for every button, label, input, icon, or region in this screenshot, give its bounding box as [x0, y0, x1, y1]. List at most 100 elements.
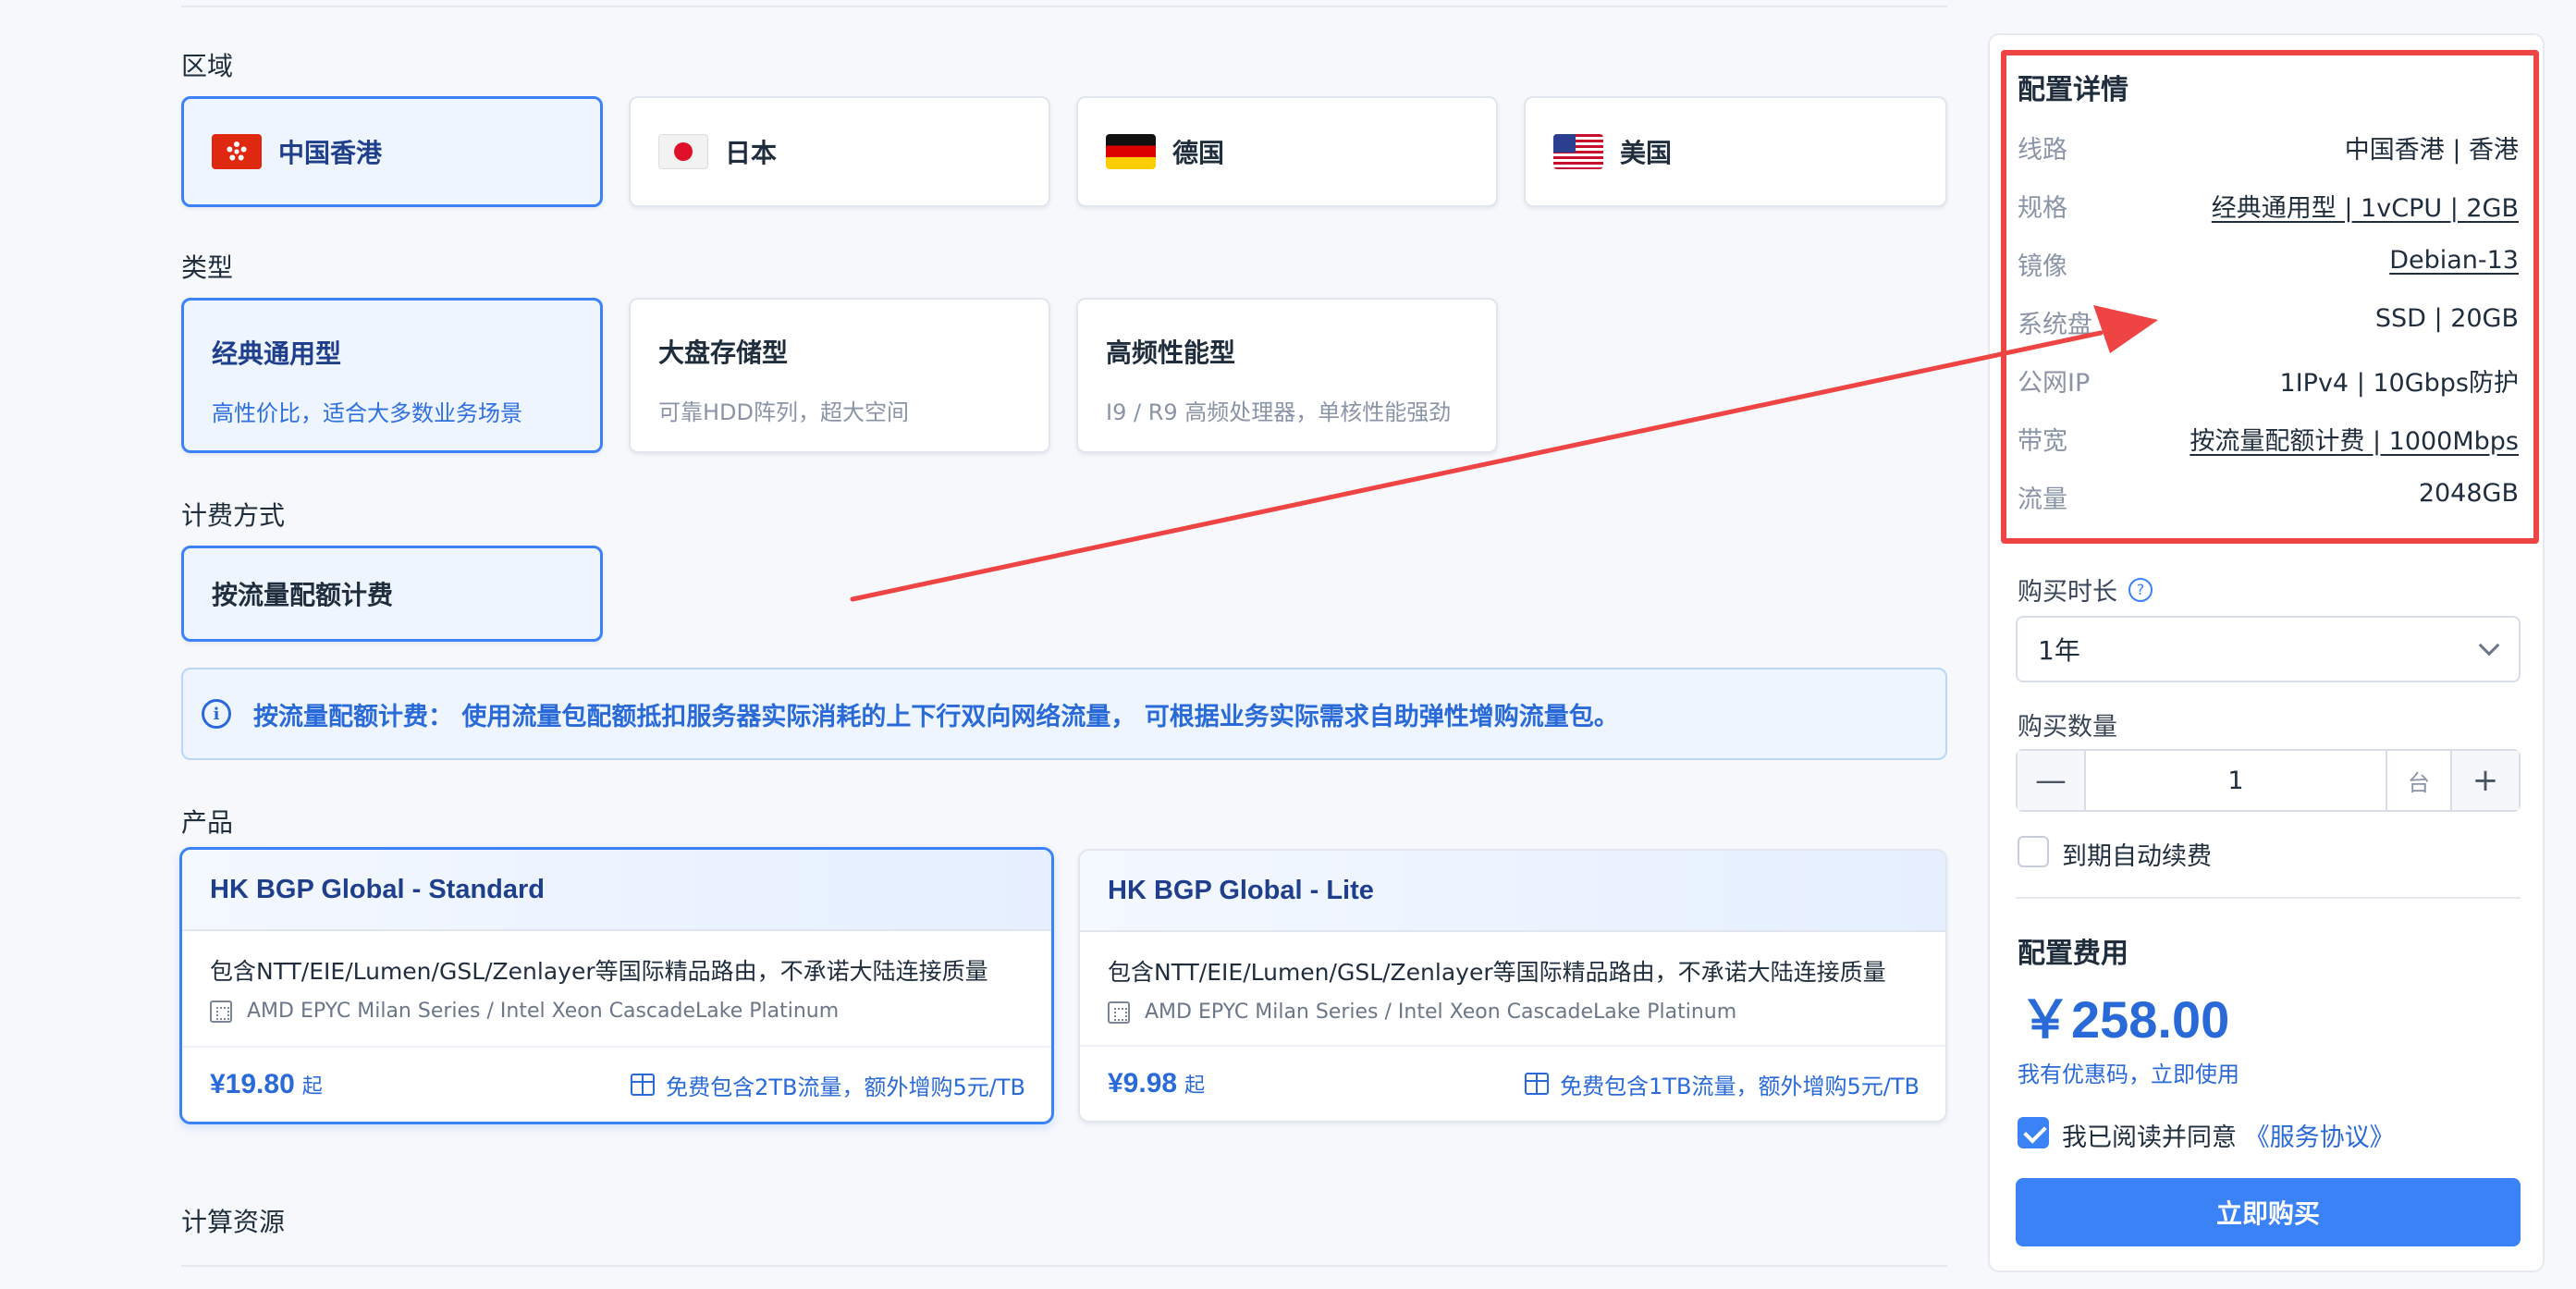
coupon-link[interactable]: 我有优惠码，立即使用: [2018, 1056, 2239, 1088]
bottom-divider: [181, 1265, 1947, 1267]
type-card-performance[interactable]: 高频性能型 I9 / R9 高频处理器，单核性能强劲: [1076, 298, 1498, 453]
notice-text: 按流量配额计费： 使用流量包配额抵扣服务器实际消耗的上下行双向网络流量， 可根据…: [253, 702, 1619, 731]
type-subtitle: 可靠HDD阵列，超大空间: [658, 399, 910, 425]
config-key: 镜像: [2018, 252, 2067, 281]
config-value: SSD | 20GB: [2374, 304, 2519, 333]
product-footer: ¥19.80 起 免费包含2TB流量，额外增购5元/TB: [182, 1046, 1051, 1122]
config-row-ip: 公网IP 1IPv4 | 10Gbps防护: [2018, 362, 2519, 399]
type-title: 经典通用型: [212, 338, 342, 369]
region-card-de[interactable]: 德国: [1076, 96, 1498, 207]
config-title: 配置详情: [2018, 74, 2128, 106]
quantity-minus-button[interactable]: —: [2018, 751, 2084, 810]
fee-price: ￥258.00: [2019, 990, 2230, 1049]
region-label: 中国香港: [278, 138, 383, 168]
type-title: 高频性能型: [1106, 338, 1236, 368]
product-name: HK BGP Global - Lite: [1080, 851, 1945, 932]
config-key: 系统盘: [2018, 311, 2092, 339]
billing-notice: i 按流量配额计费： 使用流量包配额抵扣服务器实际消耗的上下行双向网络流量， 可…: [181, 668, 1947, 760]
auto-renew-label: 到期自动续费: [2062, 842, 2212, 871]
agree-text: 我已阅读并同意 《服务协议》: [2062, 1117, 2395, 1153]
region-card-jp[interactable]: 日本: [629, 96, 1050, 207]
cpu-chip-icon: [1108, 1001, 1130, 1024]
us-flag-icon: [1553, 134, 1603, 169]
quantity-input[interactable]: 1: [2084, 751, 2386, 810]
price-value: ¥19.80: [210, 1069, 295, 1099]
product-desc: 包含NTT/EIE/Lumen/GSL/Zenlayer等国际精品路由，不承诺大…: [1108, 959, 1886, 986]
auto-renew-checkbox[interactable]: [2018, 836, 2049, 867]
price-suffix: 起: [301, 1074, 323, 1098]
product-gift: 免费包含1TB流量，额外增购5元/TB: [1525, 1068, 1920, 1100]
config-row-line: 线路 中国香港 | 香港: [2018, 129, 2519, 166]
price-value: ¥9.98: [1108, 1068, 1178, 1099]
quantity-plus-button[interactable]: +: [2452, 751, 2519, 810]
quantity-unit: 台: [2386, 751, 2452, 810]
region-card-us[interactable]: 美国: [1524, 96, 1947, 207]
gift-icon: [631, 1074, 656, 1096]
section-title-billing: 计费方式: [181, 500, 286, 531]
duration-label: 购买时长 ?: [2018, 571, 2153, 608]
product-footer: ¥9.98 起 免费包含1TB流量，额外增购5元/TB: [1080, 1045, 1945, 1121]
section-title-compute: 计算资源: [181, 1207, 286, 1237]
product-cpu: AMD EPYC Milan Series / Intel Xeon Casca…: [210, 1000, 839, 1023]
config-value: 2048GB: [2418, 479, 2519, 508]
duration-select[interactable]: 1年: [2016, 616, 2521, 682]
product-gift: 免费包含2TB流量，额外增购5元/TB: [631, 1069, 1025, 1101]
config-value-link[interactable]: Debian-13: [2389, 246, 2519, 282]
section-title-type: 类型: [181, 252, 234, 283]
product-name: HK BGP Global - Standard: [182, 850, 1051, 931]
chevron-down-icon: [2478, 634, 2500, 657]
type-title: 大盘存储型: [658, 338, 789, 368]
product-card-lite[interactable]: HK BGP Global - Lite 包含NTT/EIE/Lumen/GSL…: [1078, 849, 1947, 1123]
product-price: ¥9.98 起: [1108, 1068, 1205, 1099]
billing-label: 按流量配额计费: [212, 580, 394, 610]
question-icon[interactable]: ?: [2128, 577, 2153, 602]
config-row-image: 镜像 Debian-13: [2018, 246, 2519, 282]
buy-now-button[interactable]: 立即购买: [2016, 1178, 2521, 1246]
agree-checkbox[interactable]: [2018, 1117, 2049, 1148]
config-key: 带宽: [2018, 427, 2067, 456]
panel-divider: [2016, 897, 2521, 899]
gift-text: 免费包含2TB流量，额外增购5元/TB: [666, 1074, 1025, 1100]
config-value: 中国香港 | 香港: [2344, 136, 2519, 165]
billing-option-traffic[interactable]: 按流量配额计费: [181, 546, 603, 642]
config-key: 公网IP: [2018, 369, 2091, 398]
region-label: 日本: [725, 138, 778, 168]
hk-flag-icon: [212, 134, 262, 169]
region-label: 美国: [1620, 138, 1673, 168]
annotation-highlight-box: [2001, 50, 2539, 544]
type-card-storage[interactable]: 大盘存储型 可靠HDD阵列，超大空间: [629, 298, 1050, 453]
config-key: 流量: [2018, 485, 2067, 514]
product-price: ¥19.80 起: [210, 1069, 323, 1100]
price-suffix: 起: [1184, 1074, 1206, 1097]
duration-value: 1年: [2038, 635, 2080, 666]
region-label: 德国: [1172, 138, 1225, 168]
product-cpu-text: AMD EPYC Milan Series / Intel Xeon Casca…: [1145, 1001, 1737, 1024]
jp-flag-icon: [658, 134, 708, 169]
info-icon: i: [202, 699, 231, 729]
config-row-bandwidth: 带宽 按流量配额计费 | 1000Mbps: [2018, 421, 2519, 457]
config-row-traffic: 流量 2048GB: [2018, 479, 2519, 515]
config-key: 规格: [2018, 194, 2067, 223]
config-key: 线路: [2018, 136, 2067, 165]
config-value: 1IPv4 | 10Gbps防护: [2279, 369, 2519, 398]
type-subtitle: I9 / R9 高频处理器，单核性能强劲: [1106, 399, 1452, 425]
fee-title: 配置费用: [2018, 938, 2128, 970]
config-value-link[interactable]: 经典通用型 | 1vCPU | 2GB: [2212, 188, 2519, 224]
product-cpu: AMD EPYC Milan Series / Intel Xeon Casca…: [1108, 1001, 1736, 1024]
type-subtitle: 高性价比，适合大多数业务场景: [212, 400, 522, 426]
product-card-standard[interactable]: HK BGP Global - Standard 包含NTT/EIE/Lumen…: [179, 847, 1054, 1124]
config-row-spec: 规格 经典通用型 | 1vCPU | 2GB: [2018, 188, 2519, 224]
region-card-hk[interactable]: 中国香港: [181, 96, 603, 207]
agree-label: 我已阅读并同意: [2062, 1123, 2245, 1152]
section-title-region: 区域: [181, 51, 234, 81]
quantity-stepper: — 1 台 +: [2016, 749, 2521, 812]
service-agreement-link[interactable]: 《服务协议》: [2245, 1123, 2395, 1152]
config-value-link[interactable]: 按流量配额计费 | 1000Mbps: [2190, 421, 2519, 457]
top-divider: [181, 6, 1947, 7]
config-row-disk: 系统盘 SSD | 20GB: [2018, 304, 2519, 340]
de-flag-icon: [1106, 134, 1156, 169]
quantity-label: 购买数量: [2018, 713, 2117, 742]
section-title-product: 产品: [181, 807, 234, 838]
gift-icon: [1525, 1073, 1550, 1095]
type-card-general[interactable]: 经典通用型 高性价比，适合大多数业务场景: [181, 298, 603, 453]
